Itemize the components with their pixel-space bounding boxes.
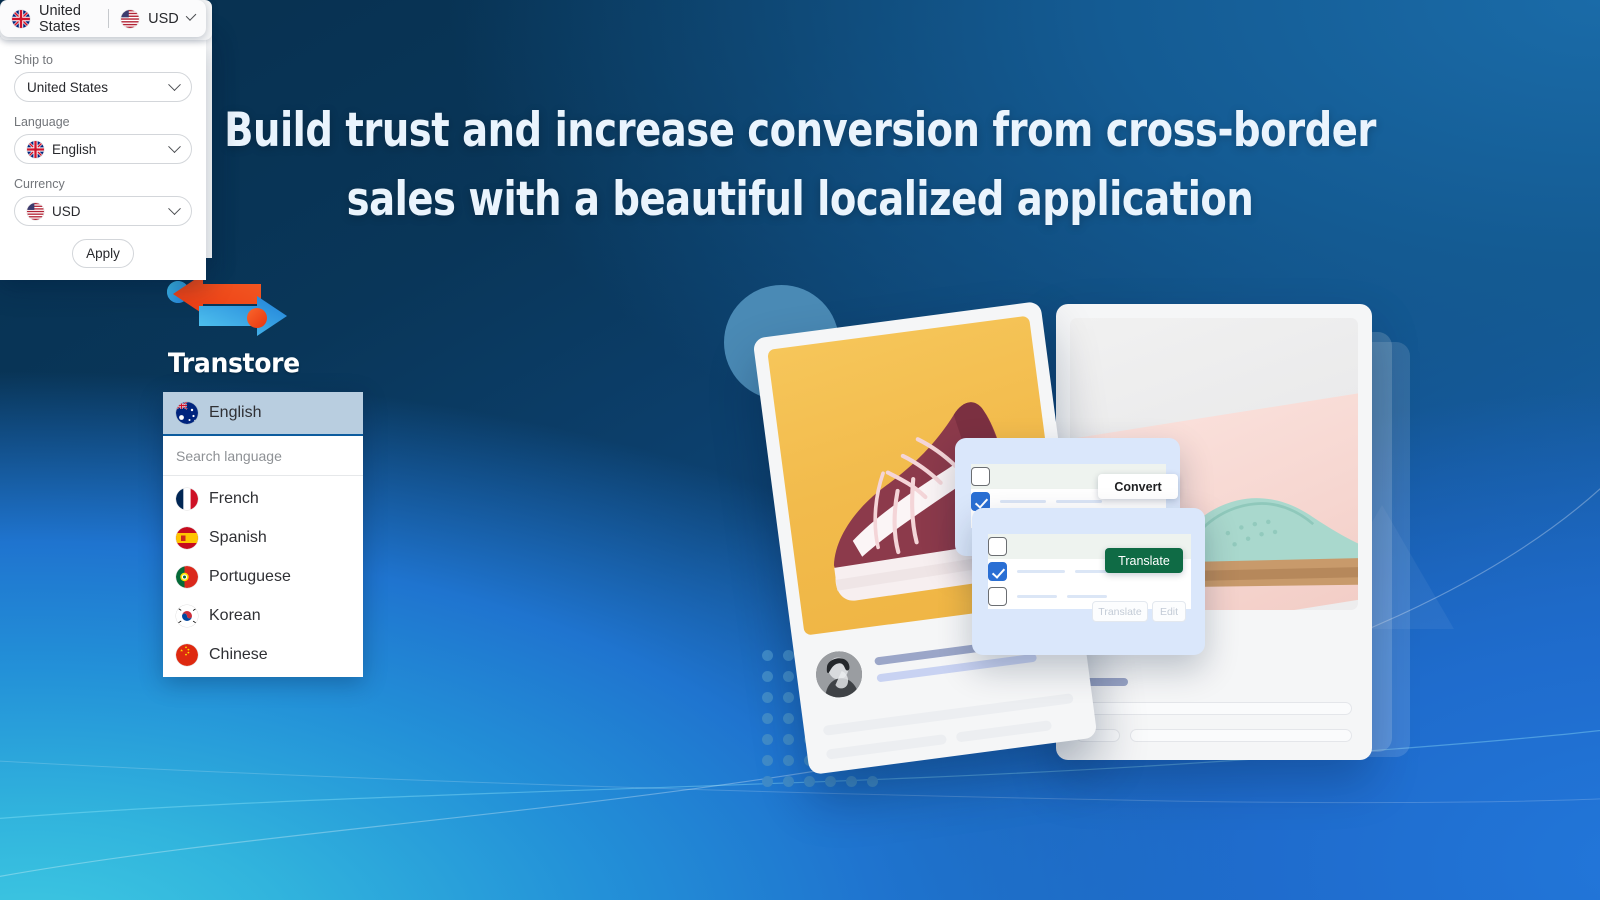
placeholder-line [1056, 500, 1102, 503]
dot [762, 692, 773, 703]
page-title: Build trust and increase conversion from… [224, 103, 1376, 227]
flag-uk-icon [12, 9, 30, 28]
dot [783, 713, 794, 724]
flag-south-korea-icon [176, 604, 198, 627]
language-item-portuguese[interactable]: Portuguese [163, 557, 363, 596]
ship-to-trigger[interactable]: United States USD [0, 0, 206, 37]
dot [762, 776, 773, 787]
dot [783, 650, 794, 661]
chevron-down-icon [168, 139, 181, 153]
language-label: Language [14, 115, 70, 129]
trigger-currency-label: USD [148, 10, 179, 27]
product-mockup: Convert Translate Edit Translate [700, 250, 1454, 810]
placeholder-button [1130, 729, 1352, 742]
brand-name: Transtore [167, 348, 300, 379]
flag-usa-icon [27, 202, 44, 220]
language-item-french[interactable]: French [163, 479, 363, 518]
language-item-label: Spanish [209, 528, 267, 546]
checkbox-checked[interactable] [988, 562, 1007, 581]
language-selector-panel[interactable]: English Search language French Spanish P… [163, 392, 363, 677]
placeholder-line [1017, 595, 1057, 598]
dot [783, 671, 794, 682]
currency-label: Currency [14, 177, 65, 191]
translate-panel: Translate Edit Translate [972, 508, 1205, 655]
currency-select[interactable]: USD [14, 196, 192, 226]
dot [783, 755, 794, 766]
ship-to-value: United States [27, 79, 109, 95]
dot [762, 671, 773, 682]
placeholder-line [1017, 570, 1065, 573]
flag-china-icon [176, 643, 198, 666]
language-item-label: Korean [209, 606, 261, 624]
dot [783, 734, 794, 745]
dot [762, 755, 773, 766]
search-language-input[interactable]: Search language [163, 436, 363, 476]
language-item-label: French [209, 489, 259, 507]
placeholder-bar [955, 720, 1052, 743]
dot [867, 776, 878, 787]
language-select[interactable]: English [14, 134, 192, 164]
edit-button-disabled[interactable]: Edit [1152, 601, 1186, 622]
chevron-down-icon [168, 77, 181, 91]
dot [783, 692, 794, 703]
language-item-label: Portuguese [209, 567, 291, 585]
dot [846, 776, 857, 787]
flag-usa-icon [121, 9, 140, 28]
divider [108, 9, 110, 28]
translate-button-disabled[interactable]: Translate [1092, 601, 1148, 622]
dot [762, 713, 773, 724]
trigger-country-label: United States [39, 2, 81, 35]
language-list: French Spanish Portuguese Korean Chinese [163, 476, 363, 674]
placeholder-line [1067, 595, 1107, 598]
language-current-label: English [209, 404, 262, 421]
placeholder-bar [825, 733, 948, 760]
language-item-label: Chinese [209, 645, 268, 663]
language-item-korean[interactable]: Korean [163, 596, 363, 635]
language-item-spanish[interactable]: Spanish [163, 518, 363, 557]
checkbox-unchecked[interactable] [971, 467, 990, 486]
dot [825, 776, 836, 787]
language-item-chinese[interactable]: Chinese [163, 635, 363, 674]
currency-value: USD [52, 203, 81, 219]
search-language-placeholder: Search language [176, 447, 282, 464]
language-current-item[interactable]: English [163, 392, 363, 436]
ship-to-label: Ship to [14, 53, 53, 67]
flag-spain-icon [176, 526, 198, 549]
ship-to-dropdown-body: Ship to United States Language English C… [0, 37, 206, 280]
placeholder-button-row [1076, 729, 1352, 742]
flag-france-icon [176, 487, 198, 510]
dot [804, 776, 815, 787]
chevron-down-icon [185, 10, 197, 22]
checkbox-unchecked[interactable] [988, 587, 1007, 606]
placeholder-input-bar [1076, 702, 1352, 715]
translate-button[interactable]: Translate [1105, 548, 1183, 573]
flag-portugal-icon [176, 565, 198, 588]
avatar [813, 648, 865, 701]
ship-to-select[interactable]: United States [14, 72, 192, 102]
chevron-down-icon [168, 201, 181, 215]
apply-button[interactable]: Apply [72, 239, 134, 268]
brand-logo: Transtore [163, 268, 303, 386]
flag-australia-icon [176, 402, 198, 424]
flag-uk-icon [27, 140, 44, 158]
dot [762, 734, 773, 745]
convert-button[interactable]: Convert [1098, 474, 1178, 499]
language-value: English [52, 141, 97, 157]
placeholder-line [1000, 500, 1046, 503]
dot [762, 650, 773, 661]
dot [783, 776, 794, 787]
checkbox-unchecked[interactable] [988, 537, 1007, 556]
